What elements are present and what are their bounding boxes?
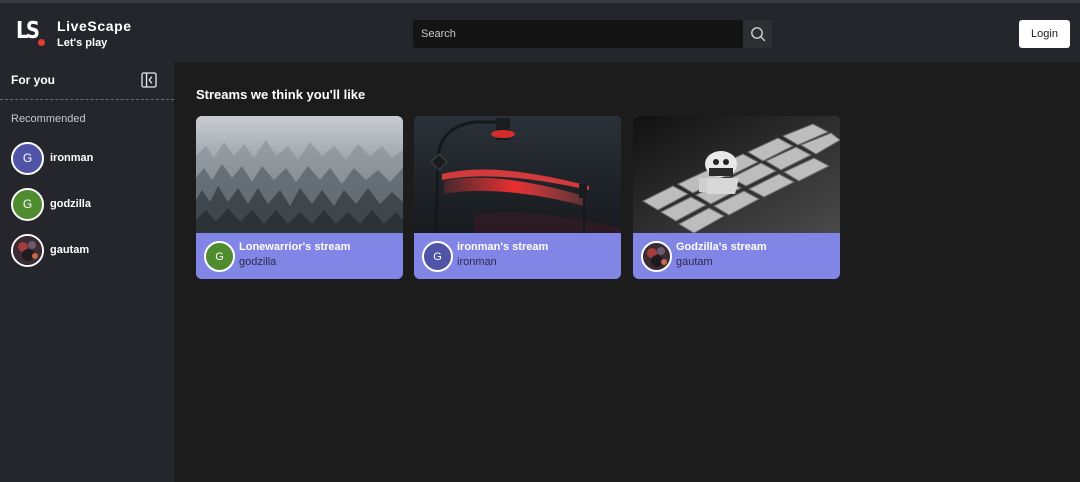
- logo-dot: [38, 39, 45, 46]
- avatar: G: [422, 241, 453, 272]
- stream-thumbnail-keyboard: [633, 116, 840, 233]
- avatar: G: [204, 241, 235, 272]
- sidebar-item-godzilla[interactable]: G godzilla: [11, 187, 161, 221]
- brand-name: LiveScape: [57, 18, 132, 34]
- avatar: G: [11, 187, 44, 221]
- stream-card-info: G ironman's stream ironman: [414, 233, 621, 279]
- sidebar-item-label: ironman: [50, 152, 94, 164]
- stream-username: ironman: [457, 256, 497, 268]
- stream-thumbnail-traffic-light: [414, 116, 621, 233]
- avatar-initial: G: [215, 250, 224, 263]
- stream-title: Godzilla's stream: [676, 241, 767, 253]
- login-button[interactable]: Login: [1019, 20, 1070, 48]
- top-bar: LS LiveScape Let's play Login: [0, 0, 1080, 62]
- brand-tagline: Let's play: [57, 37, 108, 49]
- search-icon: [750, 27, 765, 42]
- recommended-label: Recommended: [11, 113, 86, 125]
- sidebar-item-gautam[interactable]: gautam: [11, 233, 161, 267]
- search-bar: [413, 20, 772, 48]
- sidebar-item-ironman[interactable]: G ironman: [11, 141, 161, 175]
- stream-title: Lonewarrior's stream: [239, 241, 351, 253]
- logo-mark: LS: [16, 18, 40, 44]
- stream-card-info: Godzilla's stream gautam: [633, 233, 840, 279]
- brand: LiveScape Let's play: [57, 18, 132, 51]
- collapse-sidebar-button[interactable]: [141, 72, 157, 88]
- sidebar-item-label: godzilla: [50, 198, 91, 210]
- avatar-photo-image: [13, 235, 42, 265]
- stream-title: ironman's stream: [457, 241, 549, 253]
- sidebar: For you Recommended G ironman G godzilla: [0, 62, 174, 482]
- stream-card-info: G Lonewarrior's stream godzilla: [196, 233, 403, 279]
- avatar-photo: [11, 233, 44, 267]
- logo[interactable]: LS: [16, 16, 46, 50]
- avatar-initial: G: [22, 197, 33, 211]
- avatar: G: [11, 141, 44, 175]
- search-button[interactable]: [743, 20, 772, 48]
- avatar-initial: G: [433, 250, 442, 263]
- stream-username: godzilla: [239, 256, 277, 268]
- sidebar-header: For you: [0, 62, 174, 100]
- stream-username: gautam: [676, 256, 713, 268]
- collapse-icon: [141, 72, 157, 88]
- stream-card[interactable]: G ironman's stream ironman: [414, 116, 621, 279]
- avatar-initial: G: [22, 151, 33, 165]
- section-title: Streams we think you'll like: [196, 87, 366, 102]
- sidebar-item-label: gautam: [50, 244, 90, 256]
- avatar-photo-image: [643, 243, 670, 270]
- stream-thumbnail-forest: [196, 116, 403, 233]
- search-input[interactable]: [413, 20, 743, 48]
- sidebar-title: For you: [11, 73, 55, 87]
- avatar-photo: [641, 241, 672, 272]
- main-content: Streams we think you'll like G Lonewarri…: [174, 62, 1080, 482]
- stream-card[interactable]: Godzilla's stream gautam: [633, 116, 840, 279]
- stream-card[interactable]: G Lonewarrior's stream godzilla: [196, 116, 403, 279]
